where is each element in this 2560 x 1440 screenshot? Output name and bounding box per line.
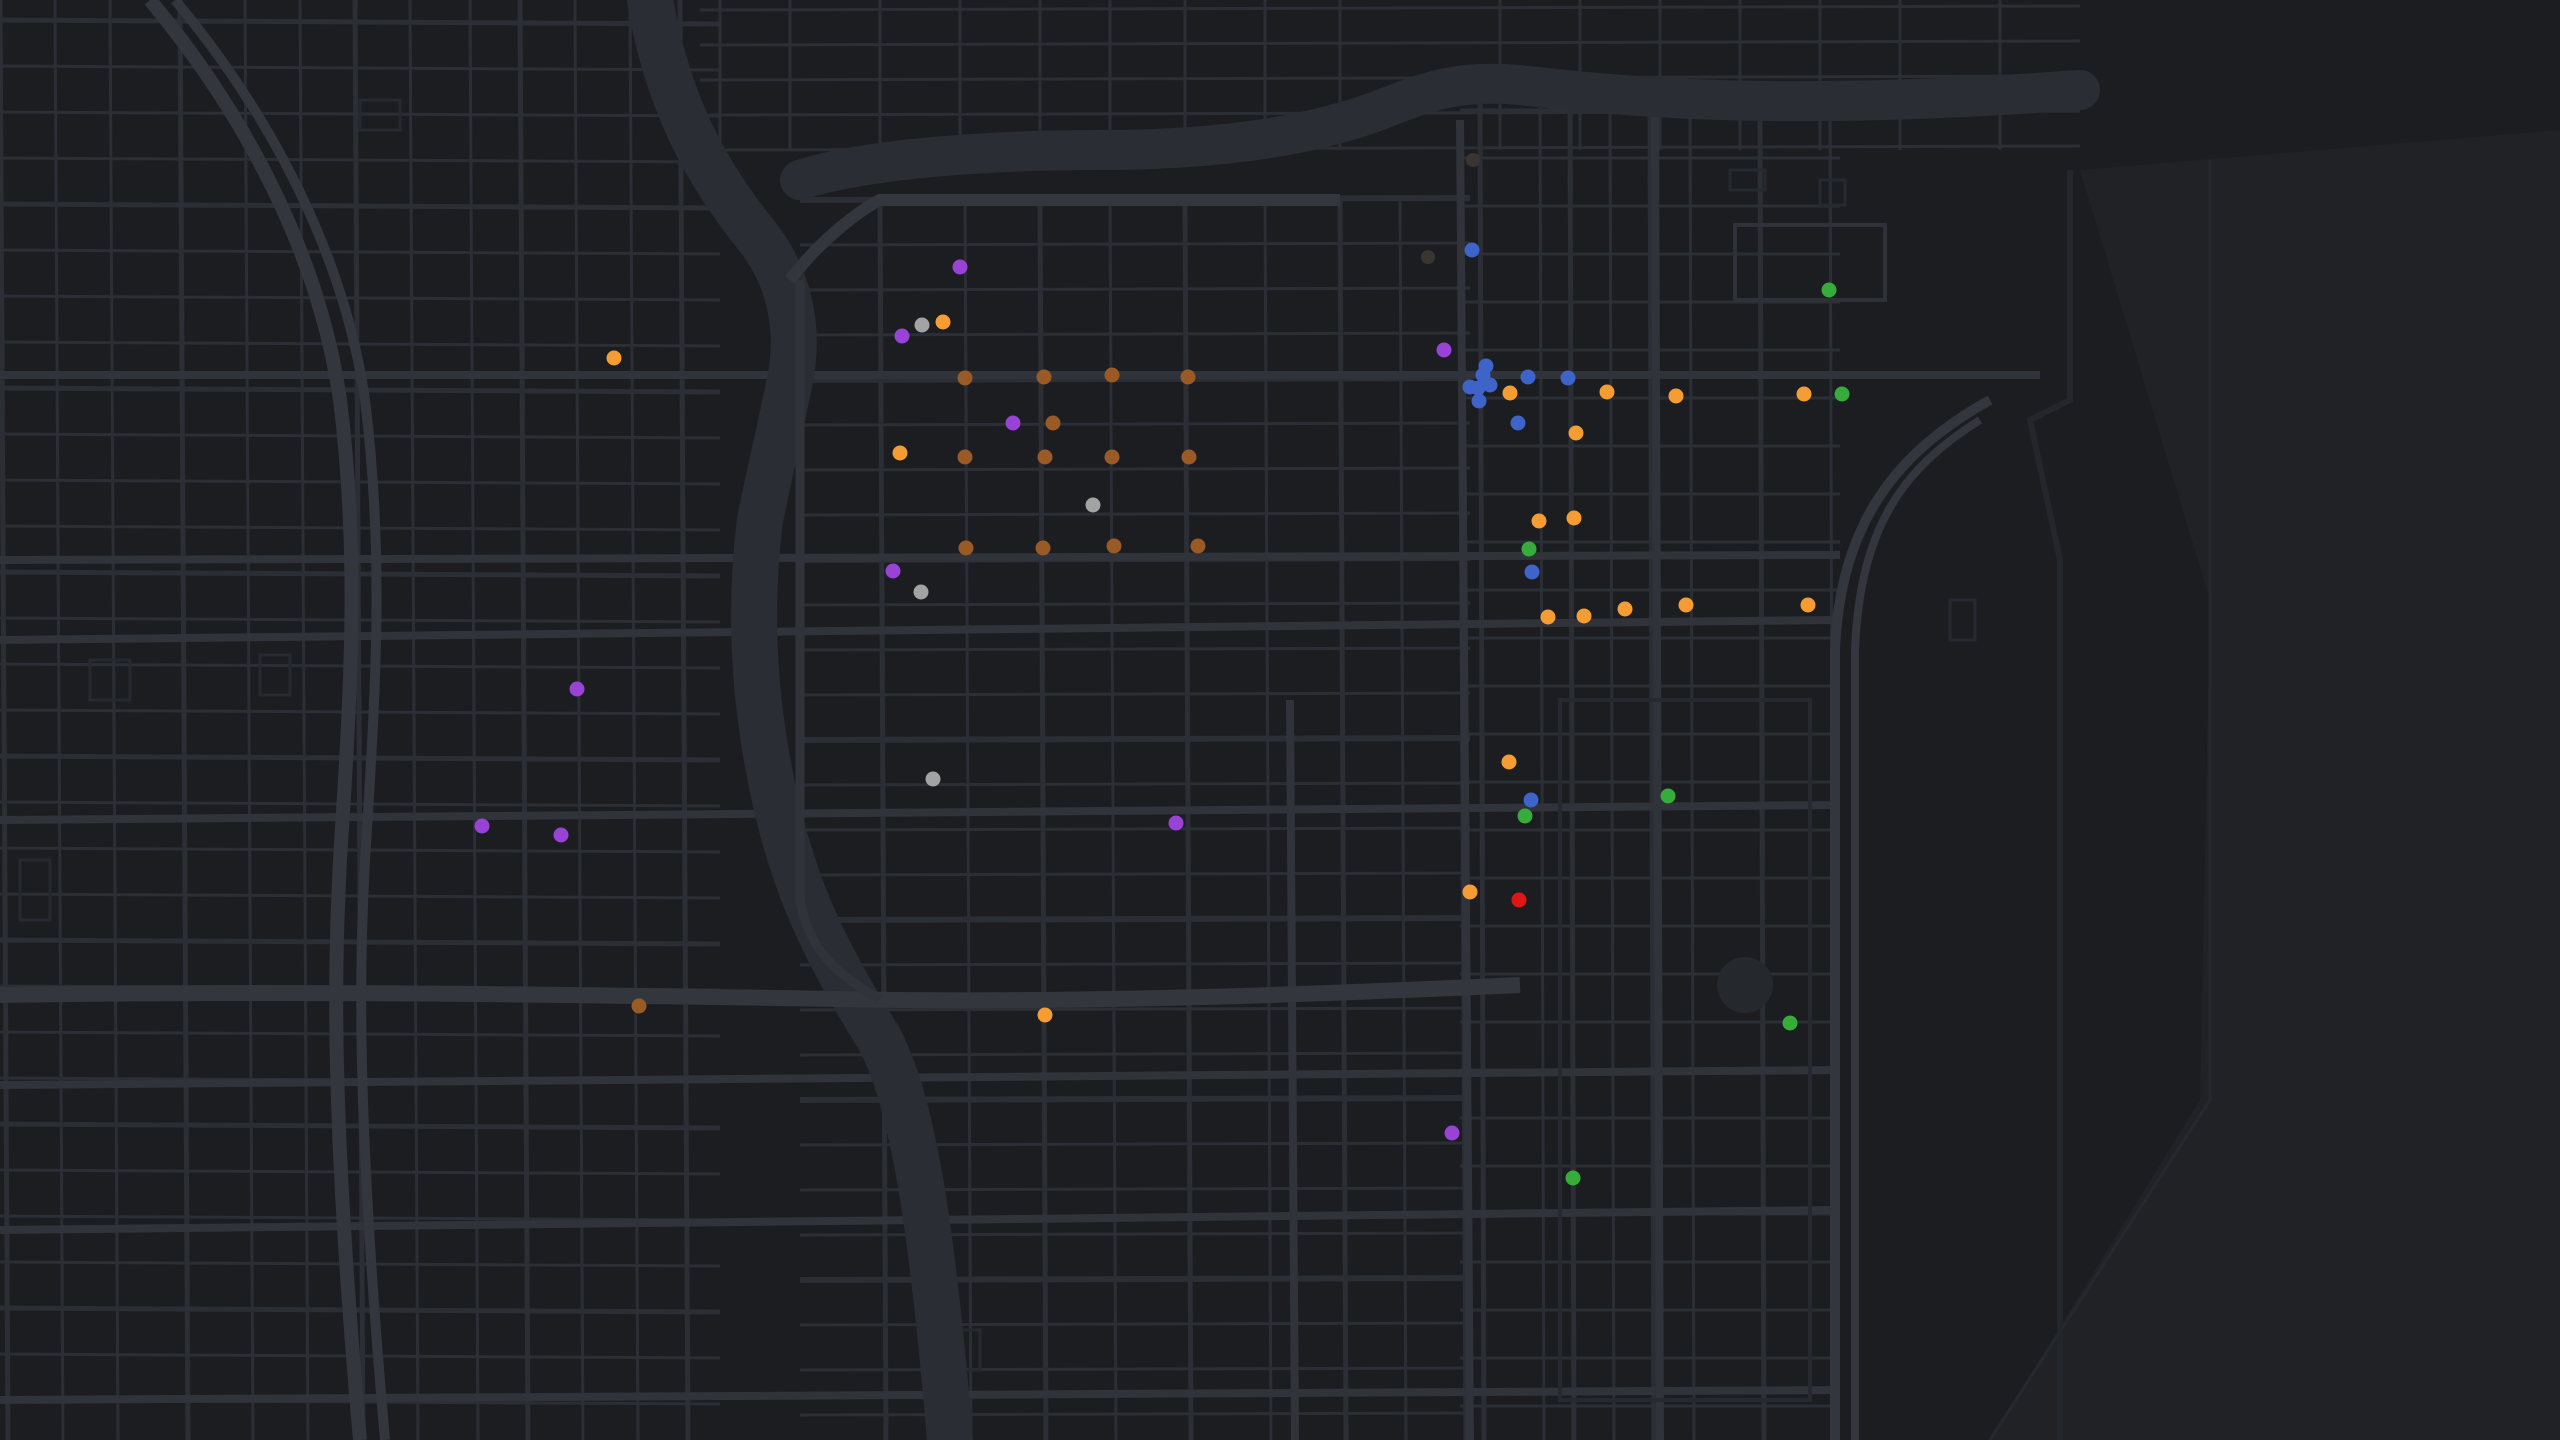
street-ew (799, 601, 1471, 607)
map-marker-purple[interactable] (885, 563, 901, 579)
map-marker-orange[interactable] (1800, 597, 1816, 613)
map-marker-orange[interactable] (1796, 386, 1812, 402)
map-marker-green[interactable] (1521, 541, 1537, 557)
map-marker-brown[interactable] (1181, 449, 1197, 465)
map-marker-brown[interactable] (1190, 538, 1206, 554)
street-ew (799, 1366, 1471, 1372)
map-marker-purple[interactable] (553, 827, 569, 843)
map-marker-brown[interactable] (1045, 415, 1061, 431)
arterial-ns (1651, 109, 1664, 1440)
street-ew (799, 1006, 1471, 1012)
map-marker-green[interactable] (1821, 282, 1837, 298)
arterial-ns (1286, 699, 1299, 1440)
map-marker-purple[interactable] (1005, 415, 1021, 431)
street-ew (799, 961, 1471, 967)
map-marker-red[interactable] (1511, 892, 1527, 908)
street-ew (799, 871, 1471, 877)
street-ew (799, 241, 1471, 247)
map-marker-blue[interactable] (1464, 242, 1480, 258)
street-ew (799, 1411, 1471, 1417)
map-marker-orange[interactable] (935, 314, 951, 330)
street-ew (799, 1275, 1471, 1283)
street-ew (799, 735, 1471, 743)
street-ew (799, 826, 1471, 832)
map-marker-orange[interactable] (1678, 597, 1694, 613)
map-marker-purple[interactable] (894, 328, 910, 344)
map-marker-orange[interactable] (892, 445, 908, 461)
map-marker-purple[interactable] (1168, 815, 1184, 831)
street-ew (799, 421, 1471, 427)
map-marker-blue[interactable] (1520, 369, 1536, 385)
map-marker-green[interactable] (1565, 1170, 1581, 1186)
map-marker-orange[interactable] (1531, 513, 1547, 529)
map-marker-orange[interactable] (1568, 425, 1584, 441)
map-marker-orange[interactable] (1566, 510, 1582, 526)
map-marker-green[interactable] (1660, 788, 1676, 804)
map-marker-blue[interactable] (1523, 792, 1539, 808)
map-marker-brown[interactable] (1104, 367, 1120, 383)
map-marker-brown[interactable] (631, 998, 647, 1014)
street-map[interactable] (0, 0, 2560, 1440)
map-marker-brown[interactable] (957, 449, 973, 465)
map-marker-green[interactable] (1782, 1015, 1798, 1031)
street-ew (799, 915, 1471, 923)
map-marker-purple[interactable] (952, 259, 968, 275)
map-marker-orange[interactable] (1576, 608, 1592, 624)
map-marker-brown[interactable] (1036, 369, 1052, 385)
map-marker-blue[interactable] (1560, 370, 1576, 386)
map-marker-brown[interactable] (1037, 449, 1053, 465)
map-marker-orange[interactable] (1037, 1007, 1053, 1023)
map-marker-orange[interactable] (1668, 388, 1684, 404)
map-marker-dark[interactable] (1466, 153, 1480, 167)
map-marker-orange[interactable] (1599, 384, 1615, 400)
map-marker-blue[interactable] (1470, 380, 1486, 396)
map-marker-blue[interactable] (1524, 564, 1540, 580)
map-marker-dark[interactable] (1421, 250, 1435, 264)
map-marker-orange[interactable] (1540, 609, 1556, 625)
street-ew (799, 691, 1471, 697)
map-marker-brown[interactable] (1180, 369, 1196, 385)
map-marker-green[interactable] (1517, 808, 1533, 824)
map-marker-blue[interactable] (1471, 393, 1487, 409)
map-marker-orange[interactable] (1617, 601, 1633, 617)
map-marker-brown[interactable] (1104, 449, 1120, 465)
street-ew (799, 1321, 1471, 1327)
map-marker-brown[interactable] (1106, 538, 1122, 554)
map-marker-orange[interactable] (1502, 385, 1518, 401)
map-marker-gray[interactable] (913, 584, 929, 600)
map-marker-gray[interactable] (1085, 497, 1101, 513)
arterial-ew (0, 551, 1841, 564)
map-marker-gray[interactable] (925, 771, 941, 787)
map-marker-gray[interactable] (914, 317, 930, 333)
street-ew (799, 781, 1471, 787)
map-marker-orange[interactable] (1462, 884, 1478, 900)
street-ew (799, 511, 1471, 517)
map-marker-orange[interactable] (1501, 754, 1517, 770)
map-canvas[interactable] (0, 0, 2560, 1440)
map-marker-purple[interactable] (1436, 342, 1452, 358)
map-marker-orange[interactable] (606, 350, 622, 366)
map-marker-purple[interactable] (1444, 1125, 1460, 1141)
street-ew (799, 646, 1471, 652)
map-marker-brown[interactable] (1035, 540, 1051, 556)
fountain-plaza (1717, 957, 1773, 1013)
map-marker-green[interactable] (1834, 386, 1850, 402)
street-ew (799, 466, 1471, 472)
map-marker-brown[interactable] (958, 540, 974, 556)
map-marker-brown[interactable] (957, 370, 973, 386)
map-marker-purple[interactable] (474, 818, 490, 834)
map-marker-blue[interactable] (1510, 415, 1526, 431)
map-marker-purple[interactable] (569, 681, 585, 697)
street-ew (799, 1231, 1471, 1237)
street-ew (799, 286, 1471, 292)
